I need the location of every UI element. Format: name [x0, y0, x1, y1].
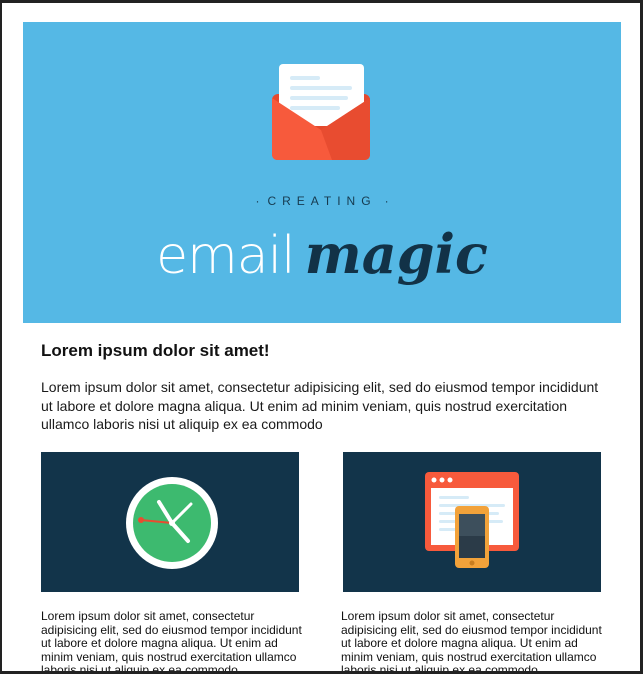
kicker-dot-left: · [255, 194, 260, 208]
column-left-text: Lorem ipsum dolor sit amet, consectetur … [41, 609, 302, 671]
kicker-dot-right: · [384, 194, 389, 208]
clock-feature-image [41, 452, 299, 592]
responsive-feature-image [343, 452, 601, 592]
hero-title: email magic [23, 222, 621, 286]
email-preview-frame: · CREATING · email magic Lorem ipsum dolor … [2, 3, 640, 671]
hero-title-bold: magic [304, 222, 488, 286]
column-right-text: Lorem ipsum dolor sit amet, consectetur … [341, 609, 602, 671]
hero-banner: · CREATING · email magic [23, 22, 621, 323]
hero-title-light: email [156, 226, 295, 286]
hero-kicker: · CREATING · [23, 194, 621, 208]
intro-paragraph: Lorem ipsum dolor sit amet, consectetur … [41, 379, 599, 432]
browser-phone-icon [425, 472, 519, 568]
hero-kicker-text: CREATING [267, 194, 377, 208]
open-envelope-icon [272, 64, 370, 160]
content-heading: Lorem ipsum dolor sit amet! [41, 341, 270, 360]
clock-icon [126, 477, 218, 569]
